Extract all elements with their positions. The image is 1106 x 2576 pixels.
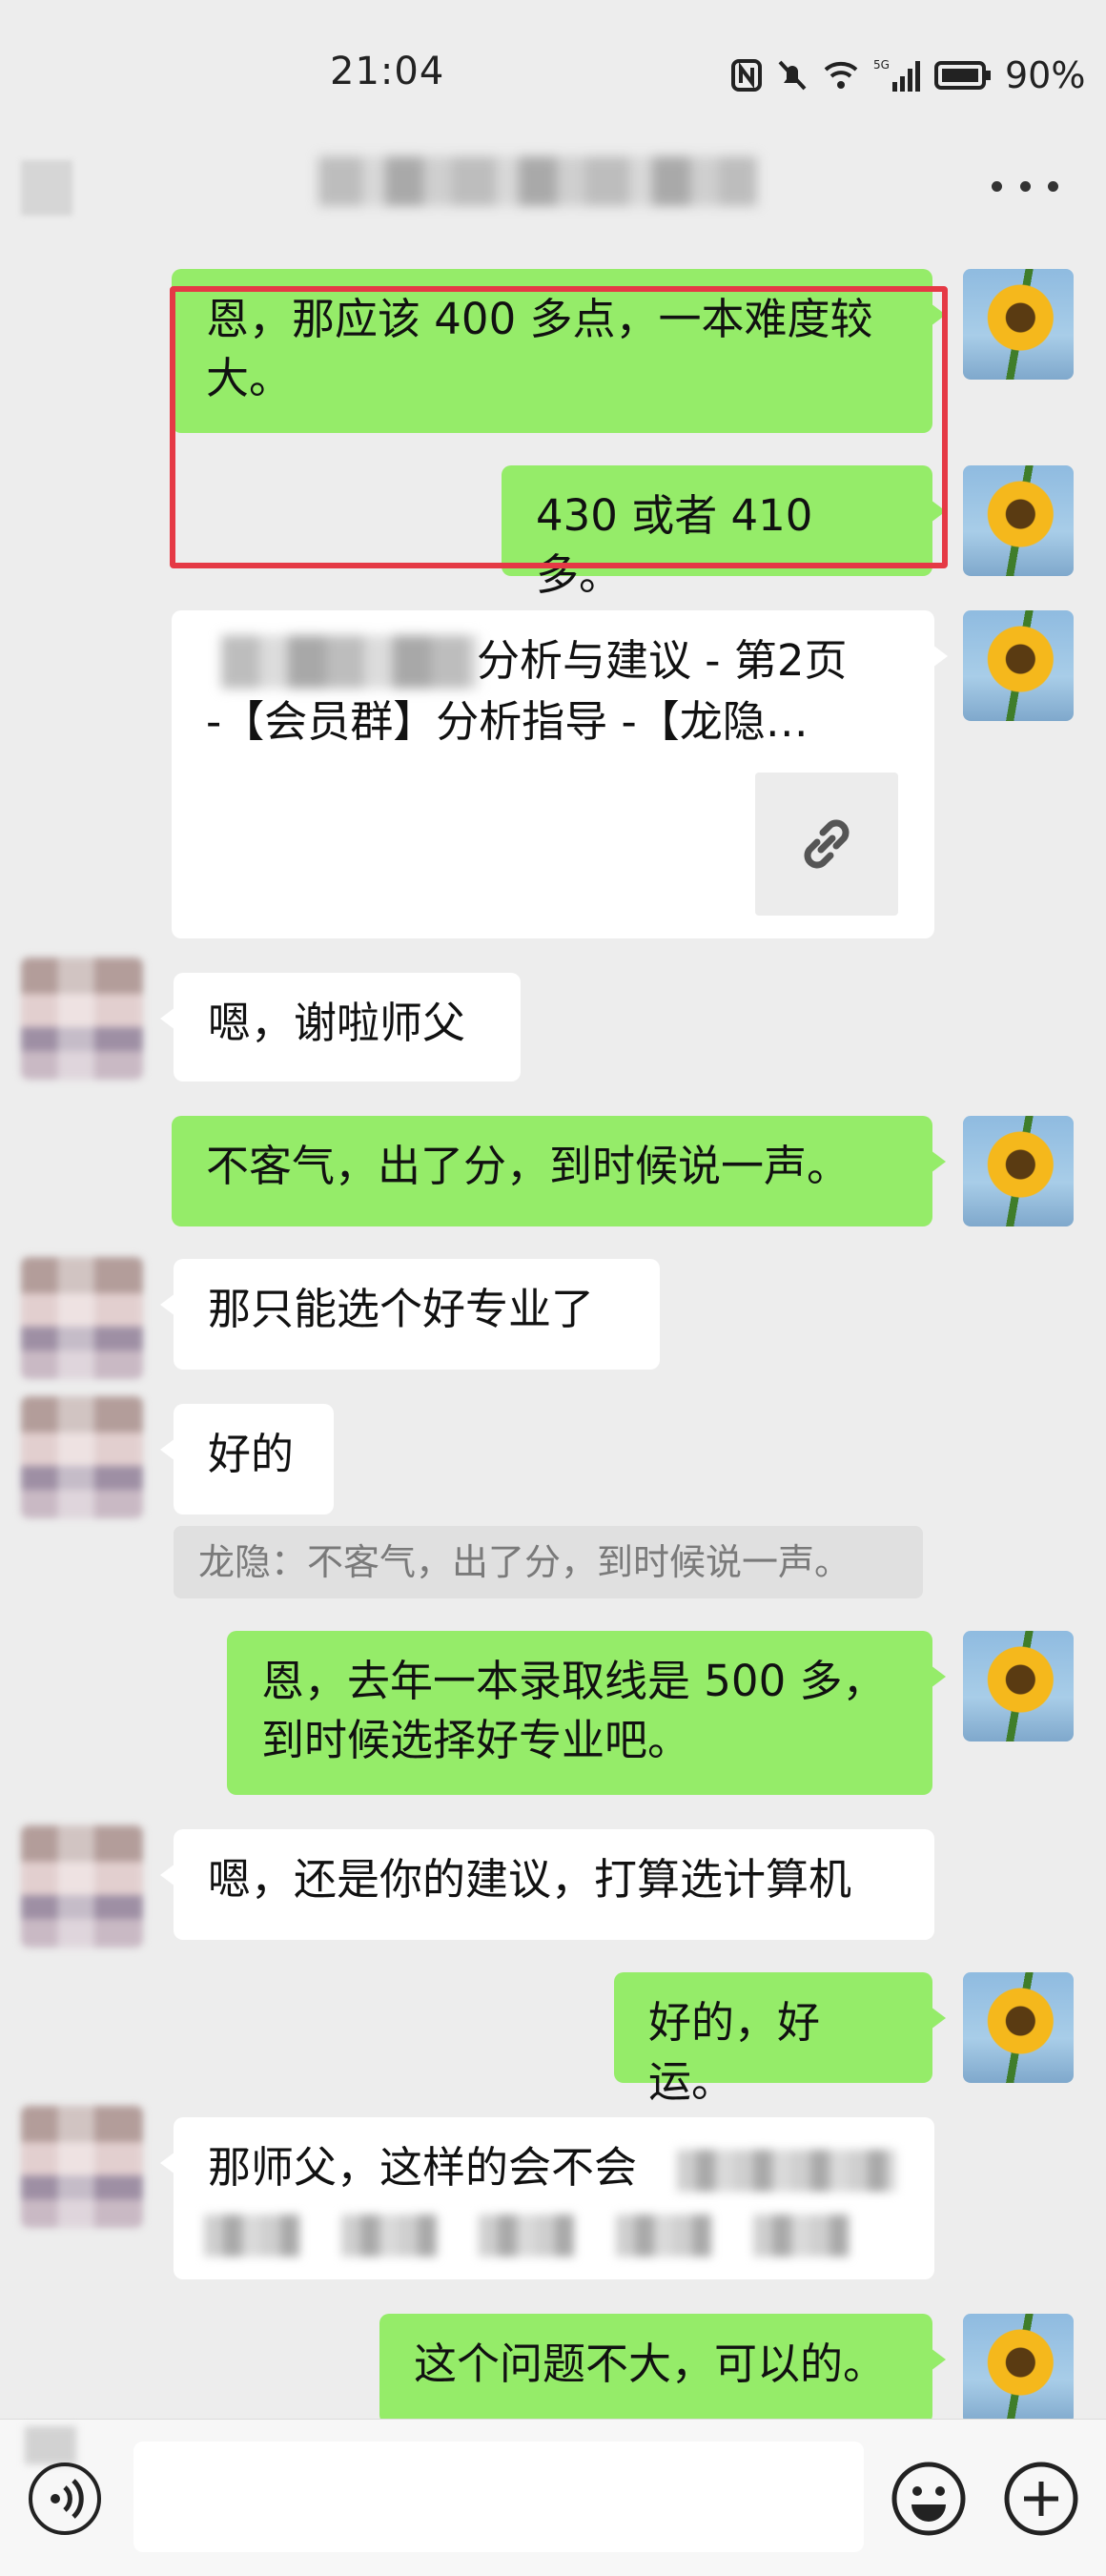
message-text: 好的 — [208, 1429, 295, 1479]
message-bubble-self[interactable]: 不客气，出了分，到时候说一声。 — [172, 1116, 946, 1226]
contact-avatar[interactable] — [21, 1396, 143, 1518]
redacted-text — [204, 2215, 299, 2257]
quoted-reply[interactable]: 龙隐：不客气，出了分，到时候说一声。 — [174, 1526, 923, 1598]
redacted-text — [753, 2215, 849, 2257]
message-bubble-self[interactable]: 这个问题不大，可以的。 — [379, 2314, 946, 2424]
message-input[interactable] — [133, 2442, 864, 2552]
message-text: 那师父，这样的会不会 — [208, 2142, 638, 2193]
svg-text:5G: 5G — [873, 58, 890, 72]
chat-title-redacted — [318, 156, 757, 206]
redacted-text — [677, 2150, 896, 2192]
card-subtitle: -【会员群】分析指导 -【龙隐… — [206, 696, 809, 747]
mute-bell-icon — [778, 60, 807, 91]
message-bubble-other[interactable]: 好的 — [160, 1404, 334, 1515]
contact-avatar[interactable] — [21, 1825, 143, 1947]
message-text: 好的，好运。 — [648, 1997, 821, 2107]
message-text: 嗯，谢啦师父 — [208, 998, 466, 1048]
message-bubble-other[interactable]: 嗯，谢啦师父 — [160, 973, 521, 1082]
message-text: 那只能选个好专业了 — [208, 1284, 595, 1334]
self-avatar[interactable] — [963, 1972, 1074, 2083]
nfc-icon — [731, 59, 762, 92]
battery-icon — [934, 61, 991, 90]
message-bubble-self[interactable]: 好的，好运。 — [614, 1972, 946, 2107]
redacted-text — [479, 2215, 574, 2257]
message-text: 恩，去年一本录取线是 500 多，到时候选择好专业吧。 — [261, 1656, 886, 1765]
highlight-box — [170, 286, 948, 568]
self-avatar[interactable] — [963, 610, 1074, 721]
status-time: 21:04 — [330, 50, 445, 93]
self-avatar[interactable] — [963, 269, 1074, 380]
contact-avatar[interactable] — [21, 958, 143, 1080]
self-avatar[interactable] — [963, 1116, 1074, 1226]
signal-5g-icon: 5G — [873, 58, 920, 92]
emoji-icon[interactable] — [889, 2459, 969, 2539]
voice-icon[interactable] — [29, 2463, 101, 2535]
message-bubble-other[interactable]: 那只能选个好专业了 — [160, 1259, 660, 1370]
wifi-icon — [824, 61, 858, 89]
message-text: 不客气，出了分，到时候说一声。 — [206, 1141, 850, 1191]
contact-avatar[interactable] — [21, 2106, 143, 2228]
status-icons: 5G 90% — [730, 52, 1085, 99]
message-bubble-other[interactable]: 嗯，还是你的建议，打算选计算机 — [160, 1829, 934, 1940]
message-text: 嗯，还是你的建议，打算选计算机 — [208, 1854, 852, 1905]
back-icon[interactable] — [21, 160, 72, 216]
self-avatar[interactable] — [963, 465, 1074, 576]
redacted-text — [616, 2215, 711, 2257]
contact-avatar[interactable] — [21, 1257, 143, 1379]
message-bubble-self[interactable]: 恩，去年一本录取线是 500 多，到时候选择好专业吧。 — [227, 1631, 946, 1795]
more-dots-icon[interactable] — [992, 172, 1058, 200]
card-title-redacted — [221, 635, 479, 689]
self-avatar[interactable] — [963, 2314, 1074, 2424]
bottom-bar-corner-blur — [25, 2426, 76, 2464]
card-title: 分析与建议 - 第2页 — [477, 635, 848, 686]
plus-icon[interactable] — [1001, 2459, 1081, 2539]
self-avatar[interactable] — [963, 1631, 1074, 1741]
link-icon — [755, 773, 898, 916]
redacted-text — [341, 2215, 437, 2257]
message-text: 这个问题不大，可以的。 — [414, 2339, 887, 2389]
battery-percent: 90% — [1005, 54, 1086, 96]
